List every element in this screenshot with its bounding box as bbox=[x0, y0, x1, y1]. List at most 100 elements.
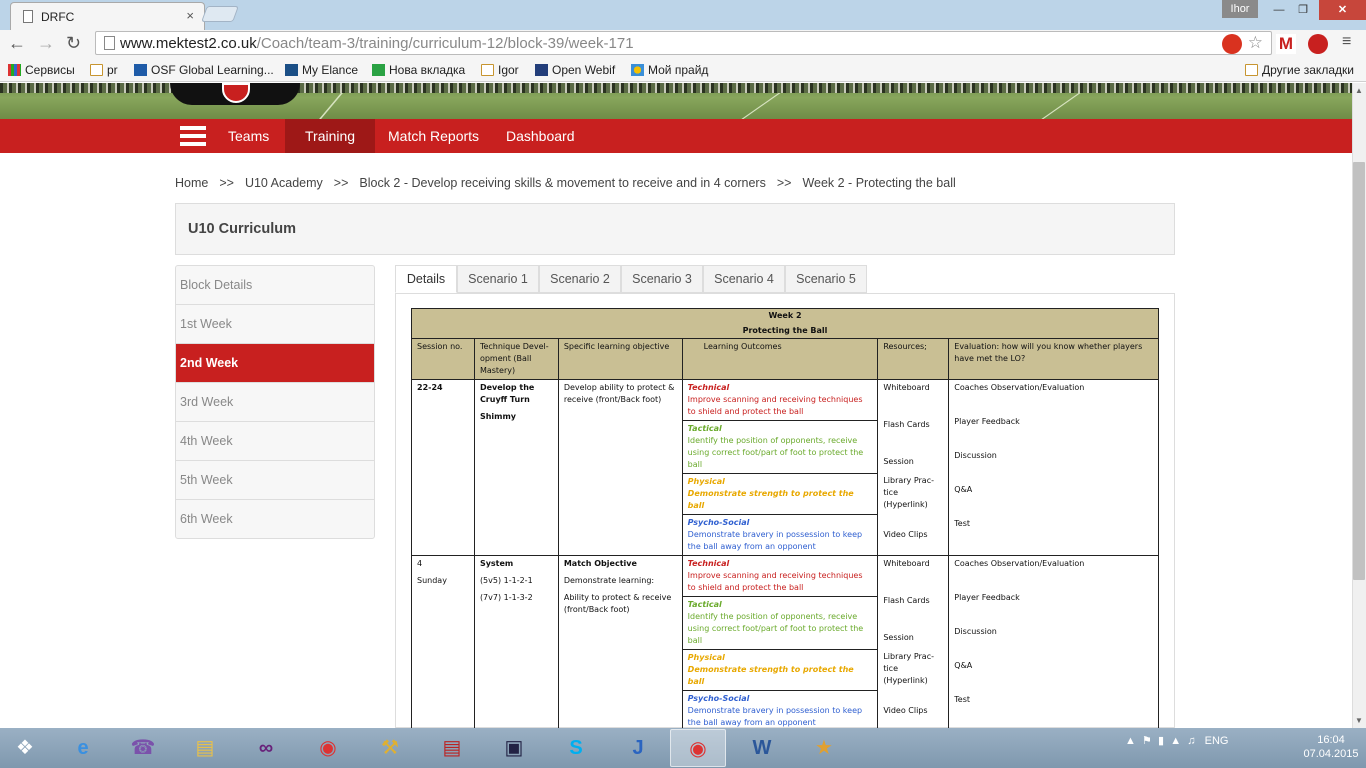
sidebar-item-3rd-week[interactable]: 3rd Week bbox=[176, 383, 374, 422]
objective-text: Develop ability to protect & receive (fr… bbox=[563, 383, 675, 404]
address-bar[interactable]: www.mektest2.co.uk/Coach/team-3/training… bbox=[95, 31, 1272, 55]
chrome-active-icon[interactable]: ◉ bbox=[670, 729, 726, 767]
browser-tab[interactable]: DRFC × bbox=[10, 2, 205, 30]
bookmark-open-webif[interactable]: Open Webif bbox=[535, 63, 615, 77]
extension-icon[interactable] bbox=[1222, 34, 1242, 54]
file-explorer-icon[interactable]: ▤ bbox=[177, 729, 233, 767]
sidebar-item-6th-week[interactable]: 6th Week bbox=[176, 500, 374, 539]
save-disk-icon[interactable]: ▣ bbox=[486, 729, 542, 767]
nav-training[interactable]: Training bbox=[285, 119, 376, 153]
paint-icon[interactable]: ★ bbox=[796, 729, 852, 767]
sidebar-item-2nd-week[interactable]: 2nd Week bbox=[176, 344, 374, 383]
nav-teams[interactable]: Teams bbox=[208, 119, 289, 153]
show-hidden-icons-icon[interactable]: ▲ bbox=[1125, 735, 1136, 747]
breadcrumb-team[interactable]: U10 Academy bbox=[245, 176, 323, 190]
new-tab-icon bbox=[372, 64, 385, 76]
bookmark-star-icon[interactable]: ☆ bbox=[1248, 33, 1263, 53]
breadcrumb-separator: >> bbox=[776, 176, 792, 190]
objective-title: Match Objective bbox=[563, 559, 637, 568]
hamburger-menu-icon[interactable] bbox=[180, 126, 206, 146]
resource-item[interactable]: Library Prac-tice (Hyperlink) bbox=[883, 651, 943, 687]
bookmark-new-tab[interactable]: Нова вкладка bbox=[372, 63, 465, 77]
skype-icon[interactable]: S bbox=[548, 729, 604, 767]
club-logo[interactable] bbox=[170, 83, 300, 105]
visual-studio-icon[interactable]: ∞ bbox=[238, 729, 294, 767]
word-icon[interactable]: W bbox=[734, 729, 790, 767]
flag-icon[interactable]: ⚑ bbox=[1142, 735, 1152, 747]
jetbrains-icon[interactable]: J bbox=[610, 729, 666, 767]
sidebar-item-5th-week[interactable]: 5th Week bbox=[176, 461, 374, 500]
books-icon[interactable]: ▤ bbox=[424, 729, 480, 767]
minimize-icon[interactable]: — bbox=[1266, 0, 1292, 20]
breadcrumb-separator: >> bbox=[219, 176, 234, 190]
bookmark-elance[interactable]: My Elance bbox=[285, 63, 358, 77]
folder-icon bbox=[1245, 64, 1258, 76]
bookmark-label: Igor bbox=[498, 63, 519, 77]
tab-scenario-2[interactable]: Scenario 2 bbox=[539, 265, 621, 293]
language-indicator[interactable]: ENG bbox=[1205, 735, 1229, 747]
breadcrumb-home[interactable]: Home bbox=[175, 176, 208, 190]
viber-icon[interactable]: ☎ bbox=[115, 729, 171, 767]
reload-icon[interactable]: ↻ bbox=[66, 33, 81, 54]
tab-scenario-5[interactable]: Scenario 5 bbox=[785, 265, 867, 293]
outcome-label: Physical bbox=[687, 477, 725, 486]
outcome-physical: Physical Demonstrate strength to protect … bbox=[682, 474, 878, 515]
cell-outcomes: Technical Improve scanning and receiving … bbox=[681, 555, 879, 732]
bookmark-apps[interactable]: Сервисы bbox=[8, 63, 75, 77]
bookmark-osf[interactable]: OSF Global Learning... bbox=[134, 63, 274, 77]
tab-close-icon[interactable]: × bbox=[186, 8, 194, 23]
page-icon bbox=[104, 36, 115, 50]
tab-details[interactable]: Details bbox=[395, 265, 457, 293]
bookmark-other[interactable]: Другие закладки bbox=[1245, 63, 1354, 77]
webif-icon bbox=[535, 64, 548, 76]
bookmark-moy-praid[interactable]: Мой прайд bbox=[631, 63, 708, 77]
tab-scenario-1[interactable]: Scenario 1 bbox=[457, 265, 539, 293]
window-close-icon[interactable]: ✕ bbox=[1319, 0, 1366, 20]
bookmark-label: OSF Global Learning... bbox=[151, 63, 274, 77]
outcome-label: Psycho-Social bbox=[687, 694, 750, 703]
volume-icon[interactable]: ♫ bbox=[1187, 735, 1195, 747]
sidebar-item-1st-week[interactable]: 1st Week bbox=[176, 305, 374, 344]
tools-icon[interactable]: ⚒ bbox=[362, 729, 418, 767]
breadcrumb-week: Week 2 - Protecting the ball bbox=[802, 176, 956, 190]
menu-icon[interactable]: ≡ bbox=[1342, 33, 1351, 51]
gmail-icon[interactable]: M bbox=[1276, 34, 1296, 54]
resource-item[interactable]: Library Prac-tice (Hyperlink) bbox=[883, 475, 943, 511]
elance-icon bbox=[285, 64, 298, 76]
club-crest bbox=[222, 83, 250, 103]
tab-scenario-3[interactable]: Scenario 3 bbox=[621, 265, 703, 293]
resource-item: Flash Cards bbox=[883, 596, 930, 605]
outcome-text: Demonstrate bravery in possession to kee… bbox=[687, 530, 863, 551]
scrollbar-thumb[interactable] bbox=[1353, 162, 1365, 580]
outcome-label: Technical bbox=[687, 559, 730, 568]
chrome-icon[interactable]: ◉ bbox=[300, 729, 356, 767]
start-button[interactable]: ❖ bbox=[0, 729, 50, 767]
resource-item: Session bbox=[883, 633, 914, 642]
clock[interactable]: 16:04 07.04.2015 bbox=[1296, 733, 1366, 761]
breadcrumb-block[interactable]: Block 2 - Develop receiving skills & mov… bbox=[359, 176, 765, 190]
evaluation-item: Player Feedback bbox=[954, 417, 1020, 426]
forward-icon[interactable]: → bbox=[37, 33, 55, 54]
new-tab-button[interactable] bbox=[201, 6, 239, 22]
folder-icon bbox=[90, 64, 103, 76]
maximize-icon[interactable]: ❐ bbox=[1290, 0, 1316, 20]
profile-button[interactable]: Ihor bbox=[1222, 0, 1258, 18]
back-icon[interactable]: ← bbox=[8, 33, 26, 54]
bookmark-folder-pr[interactable]: pr bbox=[90, 63, 118, 77]
outcome-text: Identify the position of opponents, rece… bbox=[687, 612, 864, 645]
nav-match-reports[interactable]: Match Reports bbox=[368, 119, 499, 153]
resource-item: Session bbox=[883, 457, 914, 466]
network-icon[interactable]: ▲ bbox=[1170, 735, 1181, 747]
sidebar-item-4th-week[interactable]: 4th Week bbox=[176, 422, 374, 461]
adblock-icon[interactable] bbox=[1308, 34, 1328, 54]
bookmark-folder-igor[interactable]: Igor bbox=[481, 63, 519, 77]
nav-dashboard[interactable]: Dashboard bbox=[486, 119, 595, 153]
url-text: www.mektest2.co.uk/Coach/team-3/training… bbox=[120, 35, 634, 52]
scroll-down-icon[interactable]: ▼ bbox=[1352, 716, 1366, 725]
cell-objective: Develop ability to protect & receive (fr… bbox=[557, 379, 683, 556]
sidebar-item-block-details[interactable]: Block Details bbox=[176, 266, 374, 305]
tab-scenario-4[interactable]: Scenario 4 bbox=[703, 265, 785, 293]
battery-icon[interactable]: ▮ bbox=[1158, 735, 1164, 747]
scroll-up-icon[interactable]: ▲ bbox=[1352, 86, 1366, 95]
internet-explorer-icon[interactable]: e bbox=[55, 729, 111, 767]
